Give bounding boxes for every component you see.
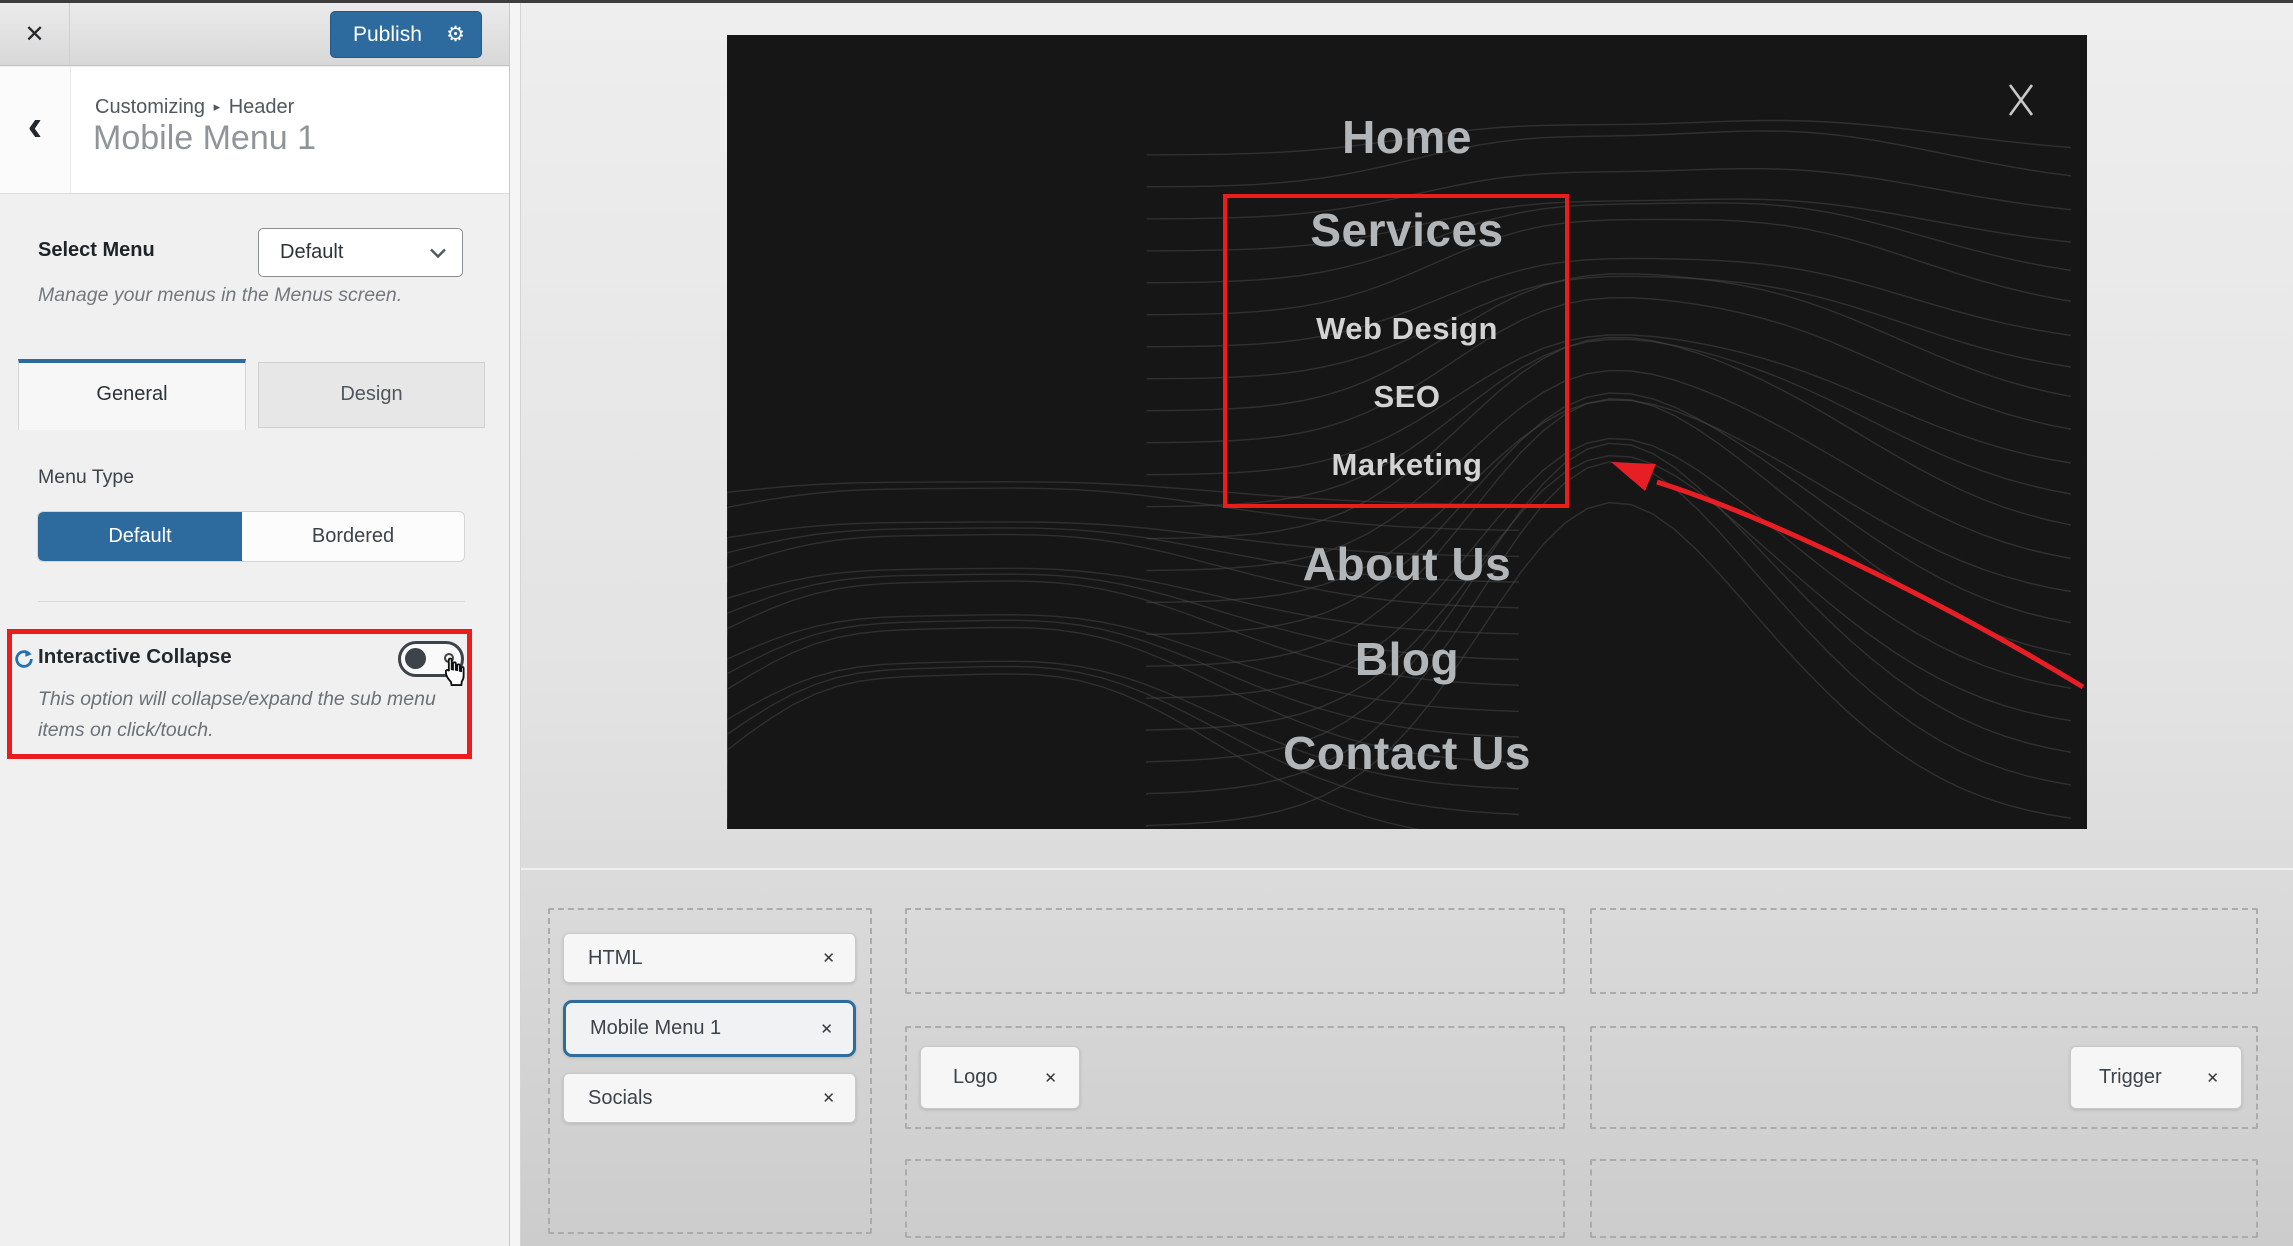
menu-type-control: Default Bordered bbox=[37, 511, 465, 562]
section-header-panel: ‹ Customizing ▸ Header Mobile Menu 1 bbox=[0, 67, 509, 194]
menu-item-home[interactable]: Home bbox=[727, 110, 2087, 164]
remove-icon[interactable]: ✕ bbox=[820, 1020, 833, 1038]
gear-icon: ⚙ bbox=[446, 24, 465, 45]
builder-item-label: Trigger bbox=[2099, 1066, 2162, 1089]
menu-type-label: Menu Type bbox=[38, 466, 134, 489]
annotation-highlight-box bbox=[7, 629, 472, 759]
breadcrumb-section: Header bbox=[229, 96, 295, 118]
breadcrumb-separator-icon: ▸ bbox=[211, 99, 224, 114]
remove-icon[interactable]: ✕ bbox=[2206, 1069, 2219, 1087]
customizer-sidebar: ✕ Publish ⚙ ‹ Customizing ▸ Header Mobil… bbox=[0, 0, 509, 1246]
window-top-edge bbox=[0, 0, 2293, 3]
builder-drop-zone[interactable] bbox=[905, 908, 1565, 994]
services-annotation-box bbox=[1223, 194, 1569, 508]
builder-item-label: Mobile Menu 1 bbox=[590, 1017, 721, 1040]
back-button[interactable]: ‹ bbox=[0, 67, 71, 193]
page-title: Mobile Menu 1 bbox=[93, 119, 316, 158]
builder-item-html[interactable]: HTML ✕ bbox=[563, 933, 856, 983]
tab-general[interactable]: General bbox=[18, 359, 246, 430]
builder-item-label: HTML bbox=[588, 947, 642, 970]
menu-type-default-button[interactable]: Default bbox=[38, 512, 242, 561]
customizer-screen: ✕ Publish ⚙ ‹ Customizing ▸ Header Mobil… bbox=[0, 0, 2293, 1246]
sidebar-collapse-strip[interactable] bbox=[509, 0, 521, 1246]
select-menu-note: Manage your menus in the Menus screen. bbox=[38, 284, 478, 307]
breadcrumb: Customizing ▸ Header bbox=[95, 96, 294, 119]
breadcrumb-trail: Customizing bbox=[95, 96, 205, 118]
close-customizer-button[interactable]: ✕ bbox=[0, 3, 70, 65]
builder-item-label: Socials bbox=[588, 1087, 652, 1110]
menu-item-about-us[interactable]: About Us bbox=[727, 537, 2087, 591]
builder-item-socials[interactable]: Socials ✕ bbox=[563, 1073, 856, 1123]
mobile-menu-overlay-preview: Home Services Web Design SEO Marketing A… bbox=[727, 35, 2087, 829]
publish-button[interactable]: Publish ⚙ bbox=[330, 11, 482, 58]
select-menu-label: Select Menu bbox=[38, 239, 155, 262]
select-menu-value: Default bbox=[280, 241, 343, 264]
tab-design[interactable]: Design bbox=[258, 362, 485, 428]
builder-drop-zone[interactable]: Logo ✕ bbox=[905, 1026, 1565, 1129]
close-icon bbox=[2005, 81, 2037, 119]
builder-item-mobile-menu-1[interactable]: Mobile Menu 1 ✕ bbox=[563, 1000, 856, 1057]
builder-drop-zone[interactable] bbox=[1590, 1159, 2258, 1238]
menu-item-blog[interactable]: Blog bbox=[727, 632, 2087, 686]
publish-label: Publish bbox=[353, 23, 422, 47]
close-icon: ✕ bbox=[24, 21, 44, 48]
builder-column-left[interactable]: HTML ✕ Mobile Menu 1 ✕ Socials ✕ bbox=[548, 908, 872, 1234]
remove-icon[interactable]: ✕ bbox=[1044, 1069, 1057, 1087]
menu-item-contact-us[interactable]: Contact Us bbox=[727, 726, 2087, 780]
builder-drop-zone[interactable]: Trigger ✕ bbox=[1590, 1026, 2258, 1129]
select-menu-dropdown[interactable]: Default bbox=[258, 228, 463, 277]
chevron-left-icon: ‹ bbox=[28, 101, 43, 150]
remove-icon[interactable]: ✕ bbox=[822, 949, 835, 967]
menu-type-bordered-button[interactable]: Bordered bbox=[242, 512, 464, 561]
preview-area: Home Services Web Design SEO Marketing A… bbox=[521, 0, 2293, 1246]
customizer-topbar: ✕ Publish ⚙ bbox=[0, 3, 509, 66]
page-seam-line bbox=[521, 868, 2293, 870]
cursor-hand-icon bbox=[436, 655, 470, 694]
divider bbox=[38, 601, 465, 602]
builder-drop-zone[interactable] bbox=[1590, 908, 2258, 994]
builder-item-trigger[interactable]: Trigger ✕ bbox=[2070, 1046, 2242, 1109]
chevron-down-icon bbox=[430, 248, 446, 258]
menu-close-button[interactable] bbox=[1993, 73, 2049, 129]
builder-item-label: Logo bbox=[953, 1066, 998, 1089]
remove-icon[interactable]: ✕ bbox=[822, 1089, 835, 1107]
builder-item-logo[interactable]: Logo ✕ bbox=[920, 1046, 1080, 1109]
builder-drop-zone[interactable] bbox=[905, 1159, 1565, 1238]
